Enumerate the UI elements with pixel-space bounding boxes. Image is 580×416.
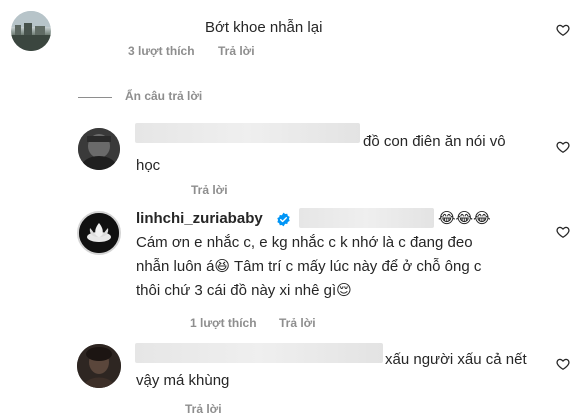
- avatar[interactable]: [77, 344, 121, 388]
- comment-text: thôi chứ 3 cái đồ này xi nhê gì😌: [136, 282, 352, 299]
- comment-header: linhchi_zuriababy: [136, 208, 263, 230]
- blurred-mention: [299, 208, 434, 228]
- avatar-photo-landscape-icon: [11, 11, 51, 51]
- avatar-photo-person-icon: [77, 344, 121, 388]
- heart-icon[interactable]: [556, 357, 570, 371]
- blurred-username: [135, 123, 360, 143]
- comment-text: nhẫn luôn á😆 Tâm trí c mấy lúc này để ở …: [136, 258, 482, 275]
- reply-button[interactable]: Trả lời: [279, 316, 316, 330]
- blurred-username: [135, 343, 383, 363]
- reply-button[interactable]: Trả lời: [191, 183, 228, 197]
- heart-icon[interactable]: [556, 140, 570, 154]
- comment-text: Cám ơn e nhắc c, e kg nhắc c k nhớ là c …: [136, 234, 473, 251]
- comment-text: học: [136, 157, 161, 174]
- emoji: 😆: [214, 258, 231, 275]
- reply-button[interactable]: Trả lời: [218, 44, 255, 58]
- username[interactable]: linhchi_zuriababy: [136, 210, 263, 227]
- like-count[interactable]: 3 lượt thích: [128, 44, 195, 58]
- comment-text: đồ con điên ăn nói vô: [363, 133, 506, 150]
- heart-icon[interactable]: [556, 225, 570, 239]
- like-count[interactable]: 1 lượt thích: [190, 316, 257, 330]
- comment-text: Bớt khoe nhẫn lại: [205, 19, 323, 36]
- comment-text: vậy má khùng: [136, 372, 230, 389]
- lotus-logo-avatar-icon: [79, 213, 119, 253]
- comment-text: xấu người xấu cả nết: [385, 351, 527, 368]
- reply-button[interactable]: Trả lời: [185, 402, 222, 416]
- emoji: 😂😂😂: [438, 210, 491, 227]
- avatar[interactable]: [78, 128, 120, 170]
- avatar[interactable]: [11, 11, 51, 51]
- heart-icon[interactable]: [556, 23, 570, 37]
- hide-replies-divider: [78, 97, 112, 98]
- hide-replies-button[interactable]: Ẩn câu trả lời: [125, 89, 202, 103]
- emoji: 😌: [336, 282, 352, 299]
- avatar[interactable]: [77, 211, 121, 255]
- verified-badge-icon: [277, 212, 290, 227]
- avatar-photo-dark-icon: [78, 128, 120, 170]
